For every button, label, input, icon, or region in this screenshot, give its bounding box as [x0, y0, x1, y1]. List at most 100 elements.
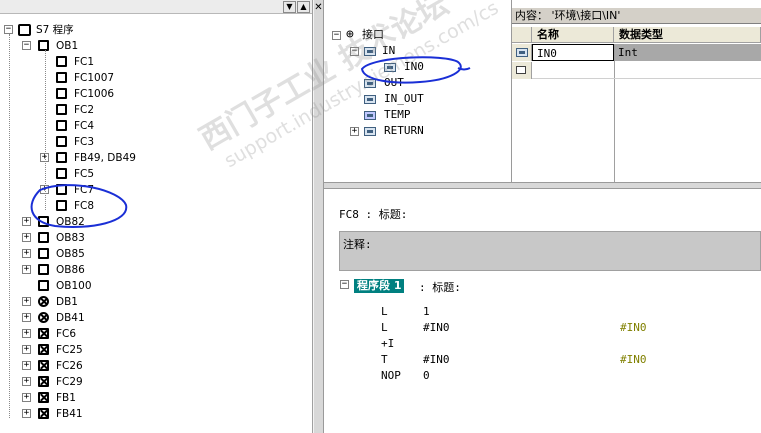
expand-icon[interactable]: + [22, 329, 31, 338]
tree-item[interactable]: + FC26 [0, 358, 300, 374]
close-icon[interactable]: ✕ [313, 2, 324, 13]
interface-root-label: 接口 [362, 28, 384, 41]
stl-operand[interactable]: 1 [423, 305, 430, 318]
expand-icon[interactable]: + [22, 313, 31, 322]
column-header-type[interactable]: 数据类型 [614, 27, 761, 43]
tree-item-label: OB83 [56, 232, 85, 244]
tree-item-label: OB85 [56, 248, 85, 260]
stl-opcode[interactable]: L [381, 305, 388, 318]
stl-opcode[interactable]: +I [381, 337, 394, 350]
tree-item[interactable]: + DB1 [0, 294, 300, 310]
expand-icon[interactable]: + [22, 393, 31, 402]
tree-item[interactable]: + OB83 [0, 230, 300, 246]
expand-icon[interactable]: + [22, 345, 31, 354]
tree-item-label: FC8 [74, 200, 95, 212]
block-icon [38, 264, 49, 275]
expand-icon[interactable]: + [22, 249, 31, 258]
table-row-header-new[interactable] [512, 62, 532, 79]
param-var-icon [516, 48, 528, 57]
horizontal-splitter[interactable] [324, 182, 761, 189]
tree-item[interactable]: OB100 [0, 278, 300, 294]
stl-operand[interactable]: #IN0 [423, 321, 450, 334]
table-header: 名称 数据类型 [512, 27, 761, 43]
block-title-text: FC8 : 标题: [339, 208, 408, 221]
expand-icon[interactable]: + [22, 377, 31, 386]
param-inout-icon [364, 95, 376, 104]
expand-icon[interactable]: + [22, 297, 31, 306]
tree-item[interactable]: + OB85 [0, 246, 300, 262]
table-row-header[interactable] [512, 44, 532, 61]
expand-icon[interactable]: + [350, 127, 359, 136]
tree-item[interactable]: + OB82 [0, 214, 300, 230]
expand-icon[interactable]: + [22, 265, 31, 274]
block-icon [56, 184, 67, 195]
content-path-header: 内容： '环境\接口\IN' [512, 7, 761, 24]
table-cell-type[interactable]: Int [614, 44, 761, 61]
tree-item-label: FC25 [56, 344, 83, 356]
block-icon [56, 56, 67, 67]
code-editor-pane[interactable]: FC8 : 标题: 注释: − 程序段 1 : 标题: L 1 L #IN0 #IN0 +… [324, 189, 761, 433]
tree-root[interactable]: − S7 程序 [0, 22, 300, 38]
stl-opcode[interactable]: T [381, 353, 388, 366]
param-in-icon [364, 47, 376, 56]
tree-item-label: FC26 [56, 360, 83, 372]
comment-label: 注释: [343, 238, 372, 251]
collapse-icon[interactable]: − [350, 47, 359, 56]
tree-item-label: FC29 [56, 376, 83, 388]
block-missing-icon [38, 328, 49, 339]
block-icon [38, 216, 49, 227]
network-title[interactable]: : 标题: [419, 279, 461, 295]
folder-icon [18, 24, 31, 36]
expand-icon[interactable]: + [22, 409, 31, 418]
project-tree-pane[interactable]: ▼ ▲ − S7 程序 − OB1 FC1 FC1007 FC1006 FC2 FC4 FC3 + F… [0, 0, 313, 433]
block-icon [38, 40, 49, 51]
block-icon [56, 168, 67, 179]
empty-row-icon [516, 66, 526, 74]
tree-item-label: OB100 [56, 280, 92, 292]
collapse-icon[interactable]: − [340, 280, 349, 289]
vertical-splitter[interactable] [313, 0, 324, 433]
tree-item[interactable]: + FB41 [0, 406, 300, 422]
tree-item[interactable]: + DB41 [0, 310, 300, 326]
tree-item[interactable]: + FC29 [0, 374, 300, 390]
column-header-name[interactable]: 名称 [532, 27, 614, 43]
block-missing-icon [38, 360, 49, 371]
network-label[interactable]: 程序段 1 [354, 279, 405, 293]
stl-opcode[interactable]: NOP [381, 369, 401, 382]
block-icon [56, 88, 67, 99]
tree-item-label: DB1 [56, 296, 78, 308]
tree-item[interactable]: + OB86 [0, 262, 300, 278]
tree-root-label: S7 程序 [36, 24, 74, 36]
block-missing-icon [38, 344, 49, 355]
tree-item-label: FB1 [56, 392, 76, 404]
tree-item-label: OB86 [56, 264, 85, 276]
interface-item-label: IN0 [404, 60, 424, 73]
collapse-icon[interactable]: − [332, 31, 341, 40]
interface-item-label: TEMP [384, 108, 411, 121]
expand-icon[interactable]: + [22, 361, 31, 370]
interface-item-label: IN [382, 44, 396, 57]
expand-icon[interactable]: + [22, 233, 31, 242]
tree-item[interactable]: + FC6 [0, 326, 300, 342]
collapse-icon[interactable]: − [22, 41, 31, 50]
tree-item[interactable]: + FC25 [0, 342, 300, 358]
tree-item[interactable]: + FB1 [0, 390, 300, 406]
block-icon [56, 136, 67, 147]
block-title[interactable]: FC8 : 标题: [339, 203, 761, 222]
tree-item-label: OB82 [56, 216, 85, 228]
scroll-up-icon[interactable]: ▲ [297, 1, 310, 13]
stl-operand[interactable]: #IN0 [423, 353, 450, 366]
param-out-icon [364, 79, 376, 88]
declaration-table-pane[interactable]: 内容： '环境\接口\IN' 名称 数据类型 IN0 Int [512, 0, 761, 182]
dropdown-arrow-icon[interactable]: ▼ [283, 1, 296, 13]
table-cell-name[interactable]: IN0 [532, 44, 614, 61]
stl-operand[interactable]: 0 [423, 369, 430, 382]
interface-pane[interactable]: − ⊕ 接口 − IN IN0 OUT IN_OUT TEMP + RETURN [324, 0, 512, 182]
tree-guide-line [45, 50, 46, 210]
row-header-cell [512, 27, 532, 43]
interface-item-label: OUT [384, 76, 404, 89]
expand-icon[interactable]: + [22, 217, 31, 226]
block-comment-field[interactable]: 注释: [339, 231, 761, 271]
stl-opcode[interactable]: L [381, 321, 388, 334]
collapse-icon[interactable]: − [4, 25, 13, 34]
